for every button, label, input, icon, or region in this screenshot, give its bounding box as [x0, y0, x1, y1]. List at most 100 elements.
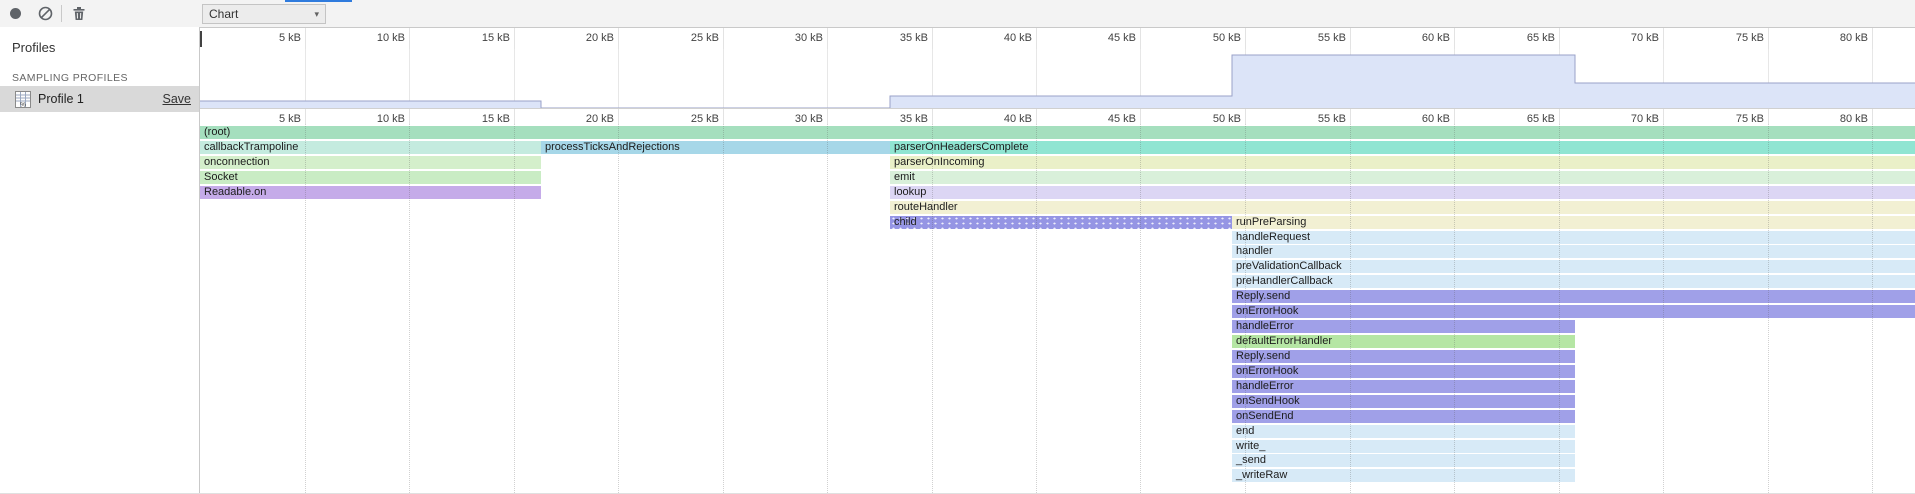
flame-bar-defaulterrorhandler[interactable]: defaultErrorHandler	[1232, 335, 1575, 348]
flame-gridline	[1350, 124, 1351, 493]
svg-text:%: %	[20, 101, 26, 108]
flame-gridline	[618, 124, 619, 493]
ruler-tick-line	[1559, 28, 1560, 49]
ruler-tick-line	[1768, 28, 1769, 49]
flame-gridline	[723, 124, 724, 493]
flame-bar-parseronheaderscomplete[interactable]: parserOnHeadersComplete	[890, 141, 1915, 154]
ruler-tick-label: 5 kB	[241, 32, 301, 44]
ruler-tick-line	[723, 28, 724, 49]
toolbar: Chart ▾	[0, 0, 1915, 28]
flame-bar-callbacktrampoline[interactable]: callbackTrampoline	[200, 141, 541, 154]
ruler-tick-line	[305, 28, 306, 49]
ruler-tick-line	[1036, 109, 1037, 125]
ruler-tick-line	[305, 109, 306, 125]
ruler-tick-line	[932, 28, 933, 49]
overview-ruler: 5 kB10 kB15 kB20 kB25 kB30 kB35 kB40 kB4…	[200, 28, 1915, 50]
flame-bar-lookup[interactable]: lookup	[890, 186, 1915, 199]
heap-profiler-panel: Chart ▾ Profiles SAMPLING PROFILES % Pro…	[0, 0, 1915, 494]
ruler-tick-label: 50 kB	[1181, 32, 1241, 44]
ruler-tick-label: 75 kB	[1704, 32, 1764, 44]
flame-bar-onerrorhook[interactable]: onErrorHook	[1232, 305, 1915, 318]
flame-bar-end[interactable]: end	[1232, 425, 1575, 438]
flame-chart-ruler: 5 kB10 kB15 kB20 kB25 kB30 kB35 kB40 kB4…	[200, 108, 1915, 125]
ruler-tick-line	[1663, 109, 1664, 125]
flame-bar-readable-on[interactable]: Readable.on	[200, 186, 541, 199]
flame-bar-child[interactable]: child	[890, 216, 1232, 229]
ruler-tick-line	[1768, 109, 1769, 125]
view-mode-value: Chart	[209, 7, 238, 21]
ruler-tick-line	[1245, 28, 1246, 49]
flame-bar-onsendhook[interactable]: onSendHook	[1232, 395, 1575, 408]
flame-bar-onconnection[interactable]: onconnection	[200, 156, 541, 169]
flame-bar-prevalidationcallback[interactable]: preValidationCallback	[1232, 260, 1915, 273]
flame-bar-prehandlercallback[interactable]: preHandlerCallback	[1232, 275, 1915, 288]
ruler-tick-line	[514, 109, 515, 125]
flame-bar-routehandler[interactable]: routeHandler	[890, 201, 1915, 214]
flame-bar-reply-send[interactable]: Reply.send	[1232, 290, 1915, 303]
flame-bar-handlerequest[interactable]: handleRequest	[1232, 231, 1915, 244]
flame-bar-handleerror[interactable]: handleError	[1232, 320, 1575, 333]
flame-bar-runpreparsing[interactable]: runPreParsing	[1232, 216, 1915, 229]
profile-name: Profile 1	[38, 92, 163, 106]
flame-gridline	[932, 124, 933, 493]
flame-gridline	[1768, 124, 1769, 493]
ruler-tick-line	[409, 109, 410, 125]
chevron-down-icon: ▾	[314, 9, 319, 20]
sidebar-item-profile-1[interactable]: % Profile 1 Save	[0, 86, 199, 112]
record-button[interactable]	[6, 0, 24, 27]
flame-bar-parseronincoming[interactable]: parserOnIncoming	[890, 156, 1915, 169]
flame-gridline	[409, 124, 410, 493]
flame-bar-processticksandrejections[interactable]: processTicksAndRejections	[541, 141, 890, 154]
ruler-tick-line	[932, 109, 933, 125]
record-icon	[10, 8, 21, 19]
ruler-tick-label: 40 kB	[972, 32, 1032, 44]
flame-gridline	[305, 124, 306, 493]
flame-chart-area: 5 kB10 kB15 kB20 kB25 kB30 kB35 kB40 kB4…	[200, 27, 1915, 493]
ruler-tick-label: 25 kB	[659, 32, 719, 44]
flame-bar--root-[interactable]: (root)	[200, 126, 1915, 139]
ruler-tick-label: 60 kB	[1390, 32, 1450, 44]
flame-gridline	[1036, 124, 1037, 493]
delete-profile-button[interactable]	[70, 0, 88, 27]
save-profile-link[interactable]: Save	[163, 92, 192, 106]
clear-profiles-button[interactable]	[36, 0, 54, 27]
toolbar-separator	[61, 5, 62, 22]
ruler-tick-label: 20 kB	[554, 32, 614, 44]
ruler-tick-label: 55 kB	[1286, 32, 1346, 44]
flame-bar-onsendend[interactable]: onSendEnd	[1232, 410, 1575, 423]
flame-bar-handleerror[interactable]: handleError	[1232, 380, 1575, 393]
ruler-tick-label: 10 kB	[345, 32, 405, 44]
view-mode-select[interactable]: Chart ▾	[202, 4, 326, 24]
overview-drag-handle[interactable]	[200, 31, 202, 47]
flame-bar--writeraw[interactable]: _writeRaw	[1232, 469, 1575, 482]
overview-area-fill	[200, 55, 1915, 108]
flame-bar-emit[interactable]: emit	[890, 171, 1915, 184]
trash-icon	[72, 6, 86, 21]
flame-gridline	[1245, 124, 1246, 493]
ruler-tick-line	[1140, 109, 1141, 125]
sampling-profiles-section-title: SAMPLING PROFILES	[0, 55, 199, 84]
ruler-tick-label: 15 kB	[450, 32, 510, 44]
ruler-tick-line	[1036, 28, 1037, 49]
flame-bar--send[interactable]: _send	[1232, 454, 1575, 467]
ruler-tick-label: 45 kB	[1076, 32, 1136, 44]
flame-bar-handler[interactable]: handler	[1232, 245, 1915, 258]
allocation-flame-chart[interactable]: (root) callbackTrampolineprocessTicksAndR…	[200, 124, 1915, 493]
ruler-tick-line	[1559, 109, 1560, 125]
flame-gridline	[1454, 124, 1455, 493]
profile-icon: %	[15, 91, 31, 108]
ruler-tick-label: 65 kB	[1495, 32, 1555, 44]
memory-overview-timeline[interactable]	[200, 49, 1915, 108]
ruler-tick-line	[618, 109, 619, 125]
flame-gridline	[514, 124, 515, 493]
ruler-tick-label: 80 kB	[1808, 32, 1868, 44]
ruler-tick-line	[1454, 109, 1455, 125]
flame-bar-socket[interactable]: Socket	[200, 171, 541, 184]
flame-bar-reply-send[interactable]: Reply.send	[1232, 350, 1575, 363]
ruler-tick-line	[827, 28, 828, 49]
flame-gridline	[1559, 124, 1560, 493]
flame-bar-onerrorhook[interactable]: onErrorHook	[1232, 365, 1575, 378]
active-tab-indicator	[285, 0, 352, 2]
flame-gridline	[1140, 124, 1141, 493]
flame-bar-write-[interactable]: write_	[1232, 440, 1575, 453]
